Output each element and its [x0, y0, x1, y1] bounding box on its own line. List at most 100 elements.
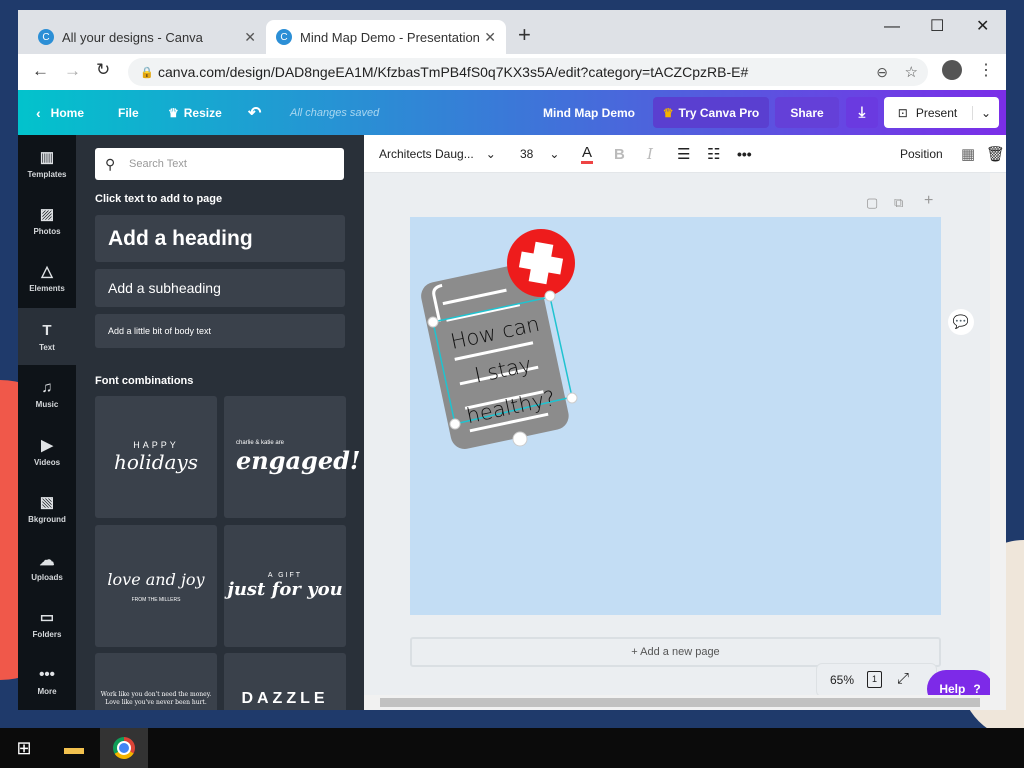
italic-icon[interactable]: I [647, 135, 653, 173]
close-window-button[interactable]: ✕ [976, 16, 989, 36]
background-icon: ▧ [39, 494, 55, 511]
font-combo-card[interactable]: charlie & katie are engaged! [224, 396, 360, 518]
chevron-down-icon[interactable]: ⌄ [971, 105, 991, 120]
folders-icon: ▭ [39, 609, 55, 626]
present-icon: ⊡ [897, 105, 908, 120]
minimize-button[interactable]: — [884, 18, 900, 36]
rail-text[interactable]: T Text [18, 308, 76, 365]
combo-text: engaged! [236, 445, 361, 475]
horizontal-scrollbar[interactable] [364, 695, 990, 710]
combo-text: Work like you don't need the money. [100, 691, 212, 698]
transparency-icon[interactable]: ▦ [961, 135, 975, 173]
file-menu[interactable]: File [118, 90, 139, 135]
rail-folders[interactable]: ▭ Folders [18, 595, 76, 652]
rail-videos[interactable]: ▶ Videos [18, 423, 76, 480]
tab-title: All your designs - Canva [62, 29, 203, 45]
text-color-icon[interactable]: A [581, 135, 594, 173]
combo-text: FROM THE MILLERS [131, 596, 181, 603]
rail-label: More [37, 686, 57, 696]
rail-uploads[interactable]: ☁ Uploads [18, 538, 76, 595]
windows-start-icon[interactable]: ⊞ [0, 728, 48, 768]
add-subheading-button[interactable]: Add a subheading [95, 269, 345, 307]
comment-icon[interactable]: 💬 [948, 309, 974, 335]
search-text-input[interactable]: ⚲ Search Text [95, 148, 344, 180]
canva-header: ‹ Home File ♛ Resize ↶ All changes saved M… [18, 90, 1006, 135]
music-icon: ♫ [41, 378, 53, 396]
font-combo-card[interactable]: love and joy FROM THE MILLERS [95, 525, 217, 647]
rail-photos[interactable]: ▨ Photos [18, 192, 76, 249]
scroll-thumb[interactable] [380, 698, 980, 707]
combo-text: Love like you've never been hurt. [105, 699, 207, 706]
trash-icon[interactable]: 🗑 [986, 135, 1005, 173]
zoom-level[interactable]: 65% [830, 673, 854, 687]
add-body-text-button[interactable]: Add a little bit of body text [95, 314, 345, 348]
combo-text: love and joy [107, 569, 205, 589]
forward-icon[interactable]: → [64, 61, 81, 81]
profile-avatar[interactable] [942, 60, 962, 80]
position-button[interactable]: Position [900, 135, 943, 173]
tab-mind-map[interactable]: C Mind Map Demo - Presentation ✕ [266, 20, 506, 54]
resize-button[interactable]: ♛ Resize [168, 90, 222, 135]
maximize-button[interactable]: ☐ [930, 16, 944, 36]
more-options-icon[interactable]: ••• [737, 135, 752, 173]
home-button[interactable]: ‹ Home [36, 90, 84, 135]
vertical-scrollbar[interactable] [990, 173, 1006, 710]
undo-icon[interactable]: ↶ [248, 90, 261, 135]
rail-label: Uploads [31, 573, 63, 582]
rail-more[interactable]: ••• More [18, 652, 76, 709]
reload-icon[interactable]: ↻ [96, 60, 110, 80]
share-button[interactable]: Share [775, 97, 839, 128]
text-panel: ⚲ Search Text Click text to add to page A… [76, 135, 364, 710]
close-icon[interactable]: ✕ [484, 29, 496, 46]
add-page-icon[interactable]: + [924, 192, 933, 210]
browser-window: C All your designs - Canva ✕ C Mind Map Dem… [18, 10, 1006, 710]
present-button[interactable]: ⊡ Present ⌄ [884, 97, 999, 128]
menu-icon[interactable]: ⋮ [978, 60, 994, 80]
back-icon[interactable]: ← [32, 61, 49, 81]
design-page[interactable]: How can I stay healthy? [410, 217, 941, 615]
zoom-icon[interactable]: ⊖ [876, 64, 888, 81]
bold-icon[interactable]: B [614, 135, 625, 173]
combo-text: HAPPY [133, 440, 179, 450]
rail-background[interactable]: ▧ Bkground [18, 480, 76, 537]
chevron-left-icon: ‹ [36, 104, 41, 121]
try-canva-pro-button[interactable]: ♛ Try Canva Pro [653, 97, 769, 128]
help-icon: ? [973, 682, 981, 696]
font-size-select[interactable]: 38 ⌄ [520, 135, 559, 173]
font-combo-card[interactable]: DAZZLE [224, 653, 346, 710]
font-name: Architects Daug... [379, 147, 474, 161]
document-title[interactable]: Mind Map Demo [543, 90, 635, 135]
rail-label: Videos [33, 458, 61, 467]
new-tab-button[interactable]: + [518, 22, 531, 48]
duplicate-page-icon[interactable]: ⧉ [894, 195, 903, 211]
font-combo-card[interactable]: A GIFT just for you [224, 525, 346, 647]
note-icon[interactable]: ▢ [866, 195, 878, 211]
resize-label: Resize [183, 105, 222, 120]
add-heading-button[interactable]: Add a heading [95, 215, 345, 262]
font-family-select[interactable]: Architects Daug... ⌄ [379, 135, 496, 173]
chrome-taskbar-icon[interactable] [100, 728, 148, 768]
close-icon[interactable]: ✕ [244, 29, 256, 46]
align-center-icon[interactable]: ☰ [677, 135, 690, 173]
rail-music[interactable]: ♫ Music [18, 365, 76, 422]
tab-title: Mind Map Demo - Presentation [300, 29, 480, 45]
rail-label: Photos [33, 227, 61, 236]
page-count-button[interactable]: 1 [867, 671, 882, 688]
download-icon[interactable]: ⤓ [846, 97, 878, 128]
chevron-down-icon: ⌄ [485, 147, 496, 161]
fullscreen-icon[interactable]: ⤢ [897, 670, 909, 687]
font-combo-card[interactable]: HAPPY holidays [95, 396, 217, 518]
rail-elements[interactable]: △ Elements [18, 249, 76, 306]
rail-templates[interactable]: ▥ Templates [18, 135, 76, 192]
bookmark-star-icon[interactable]: ☆ [905, 63, 918, 81]
lock-icon: 🔒 [140, 66, 154, 79]
file-explorer-icon[interactable]: ▬ [50, 728, 98, 768]
rail-label: Templates [27, 170, 67, 179]
list-icon[interactable]: ☷ [707, 135, 720, 173]
url-input[interactable]: 🔒 canva.com/design/DAD8ngeEA1M/KfzbasTmPB… [128, 58, 928, 86]
font-combo-card[interactable]: Work like you don't need the money. Love … [95, 653, 217, 710]
search-icon: ⚲ [105, 155, 116, 172]
tab-all-designs[interactable]: C All your designs - Canva ✕ [28, 20, 266, 54]
canvas-area: ▢ ⧉ + How can I stay healthy? 💬 + Add a … [364, 173, 1006, 710]
crown-icon: ♛ [168, 105, 179, 120]
